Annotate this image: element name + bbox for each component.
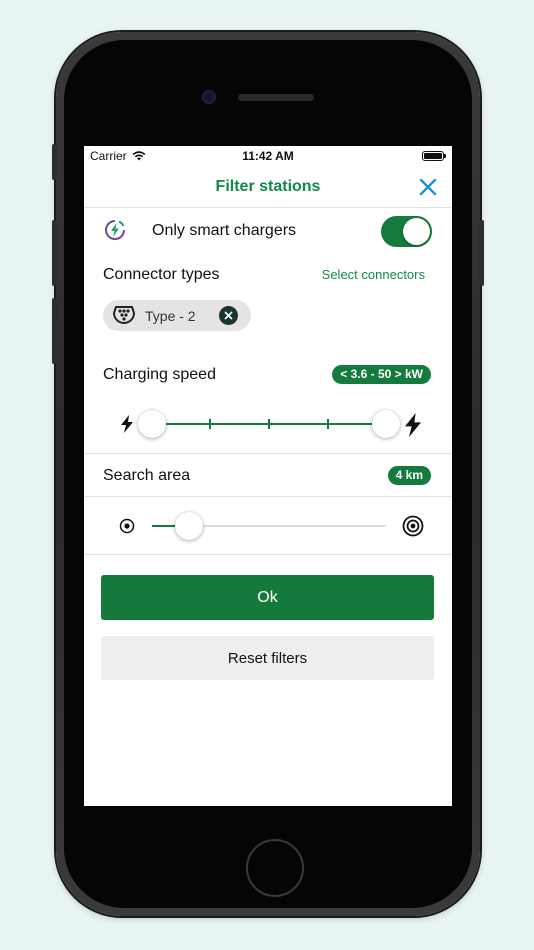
smart-chargers-label: Only smart chargers: [152, 222, 297, 239]
charging-speed-badge: < 3.6 - 50 > kW: [332, 365, 431, 384]
charging-speed-heading: Charging speed: [103, 366, 216, 383]
target-small-icon: [119, 518, 135, 534]
smart-chargers-row: Only smart chargers: [84, 208, 452, 252]
search-area-badge: 4 km: [387, 466, 431, 485]
bolt-large-icon: [403, 413, 423, 437]
smart-chargers-toggle[interactable]: [381, 216, 432, 247]
close-button[interactable]: [418, 177, 438, 197]
target-large-icon: [402, 515, 424, 537]
slider-tick: [209, 419, 211, 429]
mute-switch: [52, 144, 57, 180]
battery-icon: [422, 151, 446, 161]
volume-up-button: [52, 220, 57, 286]
bolt-small-icon: [120, 415, 134, 433]
type2-connector-icon: [112, 304, 136, 326]
divider: [84, 453, 452, 454]
select-connectors-link[interactable]: Select connectors: [322, 267, 425, 282]
page-title: Filter stations: [215, 178, 321, 195]
connector-chip-label: Type - 2: [145, 308, 196, 324]
volume-down-button: [52, 298, 57, 364]
front-camera: [202, 90, 216, 104]
slider-tick: [268, 419, 270, 429]
divider: [84, 554, 452, 555]
connector-chip-type2: Type - 2: [103, 300, 251, 331]
search-area-heading: Search area: [103, 467, 191, 484]
slider-tick: [327, 419, 329, 429]
status-bar: Carrier 11:42 AM: [84, 146, 452, 166]
charging-speed-min-handle[interactable]: [138, 410, 166, 438]
smart-charger-icon: [104, 219, 126, 241]
earpiece-speaker: [238, 94, 314, 101]
divider: [84, 496, 452, 497]
ok-button[interactable]: Ok: [101, 575, 434, 620]
status-time: 11:42 AM: [242, 149, 294, 163]
power-button: [479, 220, 484, 286]
toggle-knob: [403, 218, 430, 245]
remove-connector-button[interactable]: [219, 306, 238, 325]
nav-bar: Filter stations: [84, 166, 452, 208]
charging-speed-track[interactable]: [152, 419, 386, 429]
connector-types-heading: Connector types: [103, 266, 220, 283]
search-area-handle[interactable]: [175, 512, 203, 540]
reset-filters-button[interactable]: Reset filters: [101, 636, 434, 680]
close-icon: [419, 178, 437, 196]
charging-speed-max-handle[interactable]: [372, 410, 400, 438]
home-button[interactable]: [246, 839, 304, 897]
close-icon: [224, 311, 233, 320]
app-screen: Carrier 11:42 AM Filter stations Only sm…: [84, 146, 452, 806]
